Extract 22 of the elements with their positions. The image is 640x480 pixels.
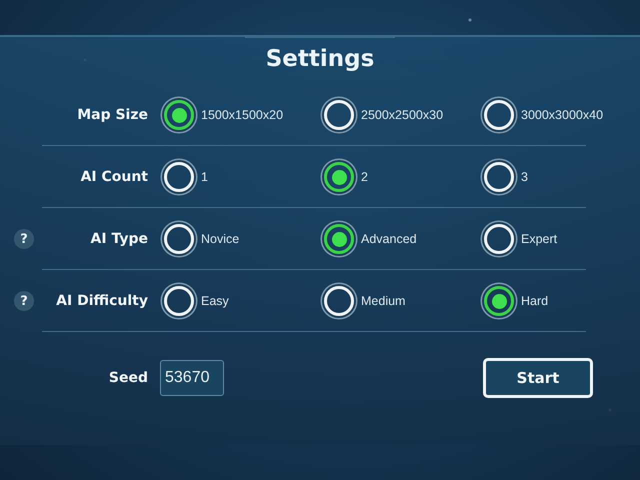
start-button[interactable]: Start xyxy=(483,358,593,398)
option-label: 3000x3000x40 xyxy=(521,108,604,122)
option-label: 2500x2500x30 xyxy=(361,108,444,122)
option-label: Advanced xyxy=(361,232,417,246)
setting-label: AI Difficulty xyxy=(56,293,148,309)
option-label: Hard xyxy=(521,294,548,308)
option-label: 2 xyxy=(361,170,368,184)
settings-title: Settings xyxy=(266,45,374,74)
setting-label: Map Size xyxy=(77,107,148,123)
option-label: Easy xyxy=(201,294,229,308)
help-icon[interactable]: ? xyxy=(14,291,34,311)
option-label: 1 xyxy=(201,170,208,184)
seed-label: Seed xyxy=(108,370,148,386)
setting-label: AI Type xyxy=(90,231,148,247)
option-label: Medium xyxy=(361,294,406,308)
seed-input[interactable]: 53670 xyxy=(160,360,224,396)
setting-label: AI Count xyxy=(80,169,148,185)
option-label: Expert xyxy=(521,232,558,246)
help-icon[interactable]: ? xyxy=(14,229,34,249)
option-label: 1500x1500x20 xyxy=(201,108,284,122)
option-label: 3 xyxy=(521,170,528,184)
option-label: Novice xyxy=(201,232,240,246)
